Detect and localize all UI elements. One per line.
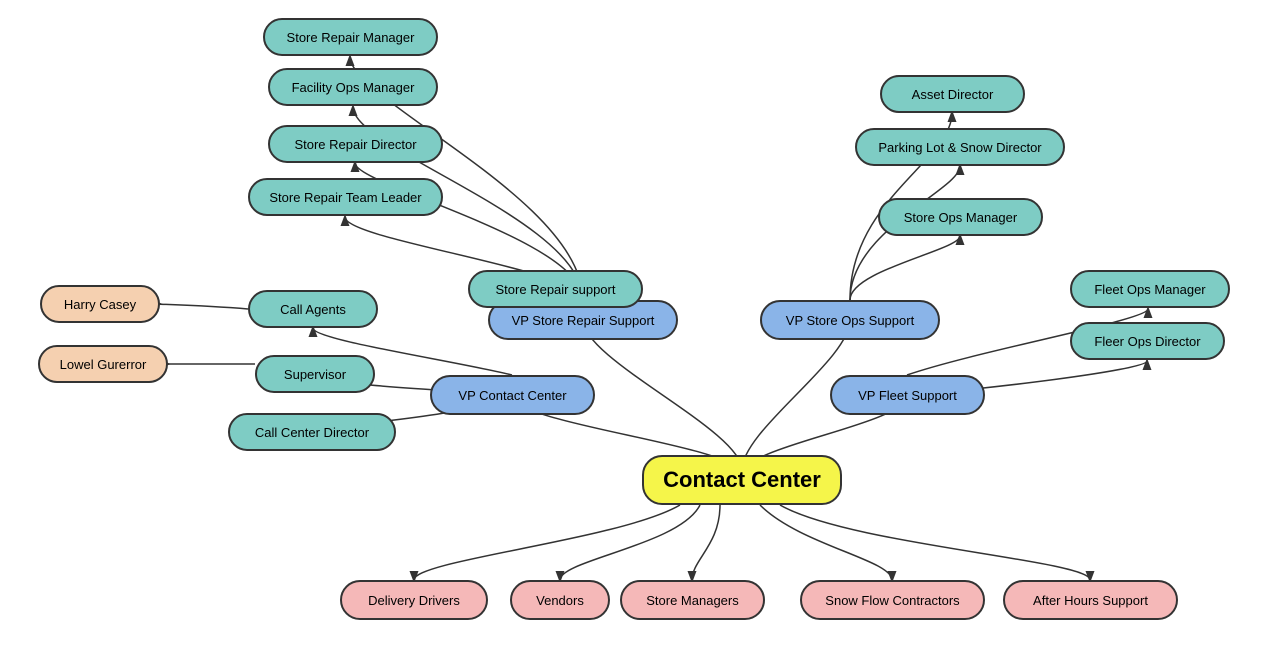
node-after_hours: After Hours Support (1003, 580, 1178, 620)
node-fleet_ops_director: Fleer Ops Director (1070, 322, 1225, 360)
node-harry_casey: Harry Casey (40, 285, 160, 323)
node-asset_director: Asset Director (880, 75, 1025, 113)
node-fleet_ops_manager: Fleet Ops Manager (1070, 270, 1230, 308)
node-store_managers: Store Managers (620, 580, 765, 620)
node-contact_center: Contact Center (642, 455, 842, 505)
mind-map-diagram: Contact CenterVP Store Repair SupportVP … (0, 0, 1284, 646)
node-vp_store_ops: VP Store Ops Support (760, 300, 940, 340)
node-vp_fleet: VP Fleet Support (830, 375, 985, 415)
node-facility_ops_manager: Facility Ops Manager (268, 68, 438, 106)
node-parking_snow: Parking Lot & Snow Director (855, 128, 1065, 166)
node-lowel_gurerror: Lowel Gurerror (38, 345, 168, 383)
node-store_repair_support: Store Repair support (468, 270, 643, 308)
node-call_agents: Call Agents (248, 290, 378, 328)
node-call_center_director: Call Center Director (228, 413, 396, 451)
node-vendors: Vendors (510, 580, 610, 620)
node-store_repair_director: Store Repair Director (268, 125, 443, 163)
node-snow_flow: Snow Flow Contractors (800, 580, 985, 620)
node-supervisor: Supervisor (255, 355, 375, 393)
node-store_ops_manager: Store Ops Manager (878, 198, 1043, 236)
node-store_repair_team_leader: Store Repair Team Leader (248, 178, 443, 216)
node-store_repair_manager: Store Repair Manager (263, 18, 438, 56)
node-delivery_drivers: Delivery Drivers (340, 580, 488, 620)
node-vp_contact_center: VP Contact Center (430, 375, 595, 415)
